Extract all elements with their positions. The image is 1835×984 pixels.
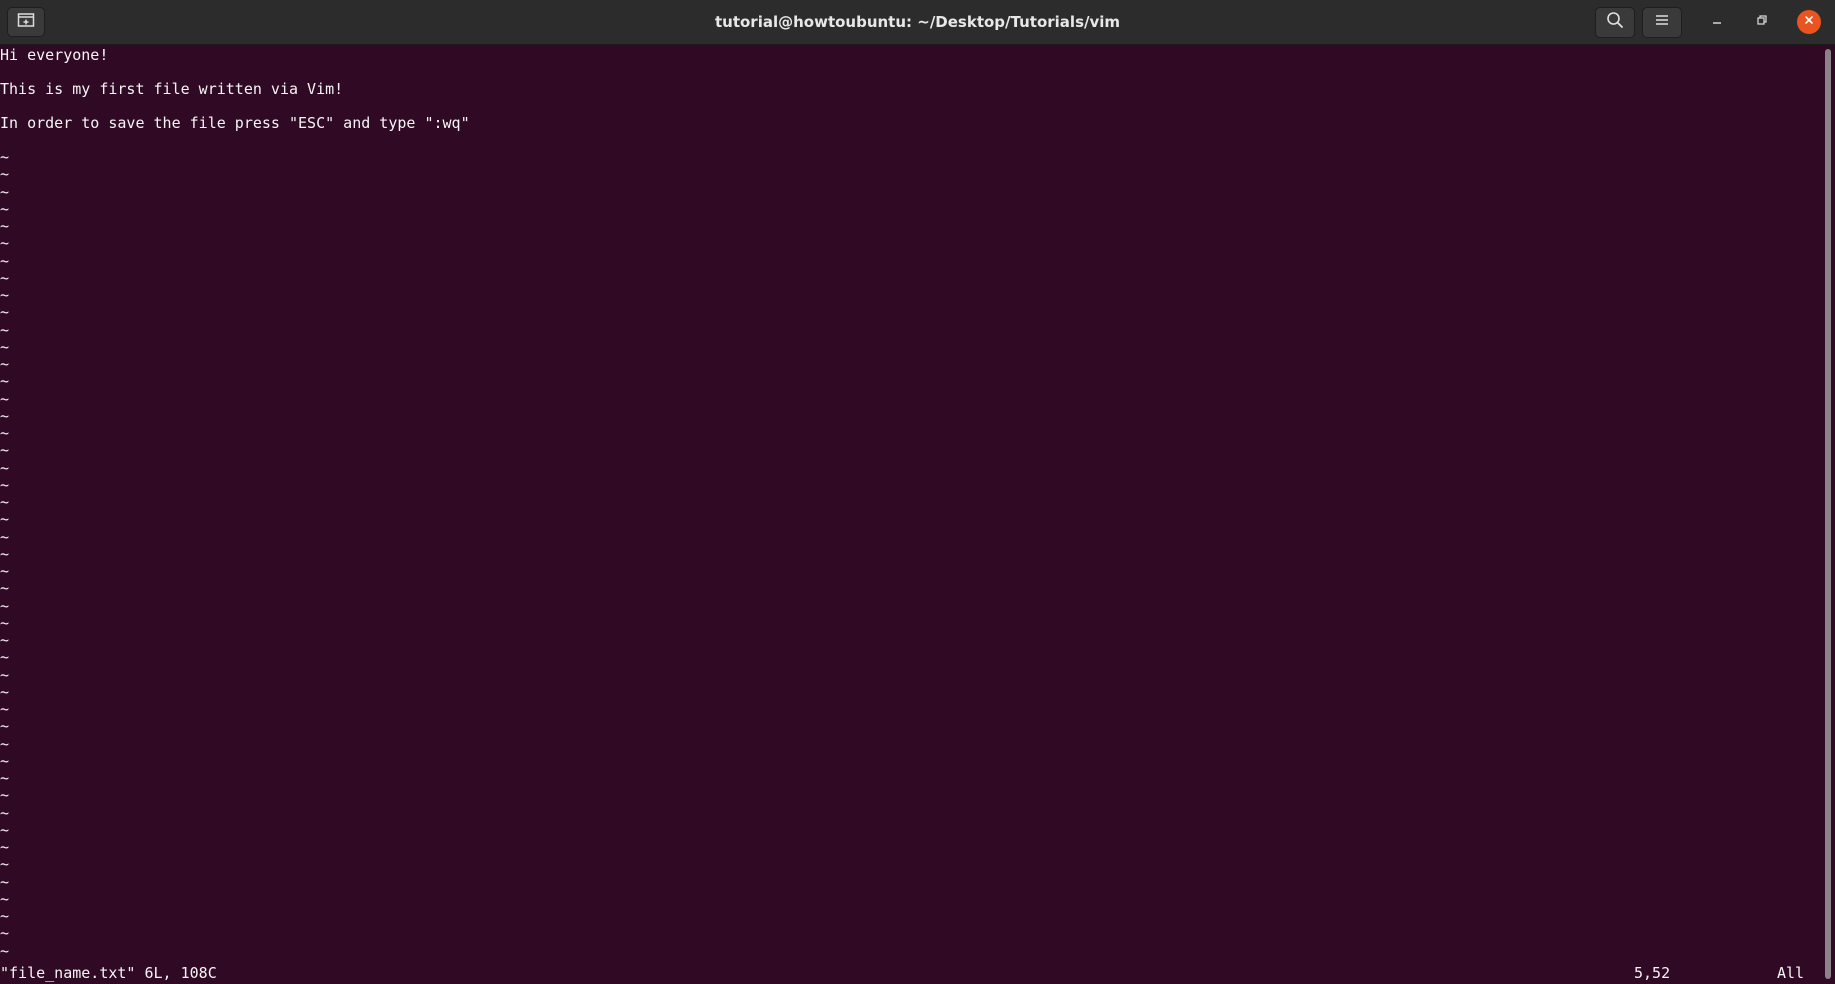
- empty-line-marker: ~: [0, 510, 10, 528]
- empty-line-marker: ~: [0, 562, 10, 580]
- empty-line-marker: ~: [0, 441, 10, 459]
- empty-line-marker: ~: [0, 321, 10, 339]
- empty-line-marker: ~: [0, 786, 10, 804]
- empty-line-marker: ~: [0, 252, 10, 270]
- empty-line-marker: ~: [0, 545, 10, 563]
- empty-line-marker: ~: [0, 528, 10, 546]
- empty-line-marker: ~: [0, 648, 10, 666]
- empty-line-marker: ~: [0, 597, 10, 615]
- empty-line-marker: ~: [0, 752, 10, 770]
- empty-line-marker: ~: [0, 614, 10, 632]
- terminal-window: tutorial@howtoubuntu: ~/Desktop/Tutorial…: [0, 0, 1835, 984]
- status-cursor-position: 5,52: [1634, 964, 1671, 982]
- search-button[interactable]: [1595, 7, 1635, 38]
- maximize-button[interactable]: [1750, 10, 1774, 34]
- buffer-line-3: This is my first file written via Vim!: [0, 80, 344, 98]
- title-bar[interactable]: tutorial@howtoubuntu: ~/Desktop/Tutorial…: [0, 0, 1835, 45]
- buffer-line-1: Hi everyone!: [0, 46, 109, 64]
- empty-line-marker: ~: [0, 769, 10, 787]
- status-scroll-position: All: [1777, 964, 1805, 982]
- empty-line-marker: ~: [0, 269, 10, 287]
- empty-line-marker: ~: [0, 476, 10, 494]
- empty-line-marker: ~: [0, 666, 10, 684]
- menu-button[interactable]: [1642, 7, 1682, 38]
- empty-line-marker: ~: [0, 821, 10, 839]
- empty-line-marker: ~: [0, 855, 10, 873]
- empty-line-marker: ~: [0, 424, 10, 442]
- empty-line-marker: ~: [0, 942, 10, 960]
- empty-line-marker: ~: [0, 165, 10, 183]
- buffer-line-5: In order to save the file press "ESC" an…: [0, 114, 470, 132]
- empty-line-marker: ~: [0, 217, 10, 235]
- status-file-info: "file_name.txt" 6L, 108C: [0, 964, 217, 982]
- empty-line-marker: ~: [0, 493, 10, 511]
- close-icon: [1803, 13, 1815, 31]
- empty-line-marker: ~: [0, 735, 10, 753]
- scrollbar[interactable]: [1822, 45, 1835, 984]
- empty-line-marker: ~: [0, 890, 10, 908]
- empty-line-marker: ~: [0, 804, 10, 822]
- empty-line-marker: ~: [0, 907, 10, 925]
- empty-line-marker: ~: [0, 924, 10, 942]
- empty-line-marker: ~: [0, 459, 10, 477]
- empty-line-marker: ~: [0, 873, 10, 891]
- vim-status-line: "file_name.txt" 6L, 108C 5,52 All: [0, 962, 1822, 984]
- maximize-icon: [1756, 13, 1768, 31]
- empty-line-marker: ~: [0, 700, 10, 718]
- window-title: tutorial@howtoubuntu: ~/Desktop/Tutorial…: [714, 13, 1121, 31]
- empty-line-marker: ~: [0, 286, 10, 304]
- empty-line-marker: ~: [0, 683, 10, 701]
- empty-line-marker: ~: [0, 372, 10, 390]
- empty-line-marker: ~: [0, 407, 10, 425]
- scrollbar-thumb[interactable]: [1825, 49, 1831, 979]
- empty-line-marker: ~: [0, 390, 10, 408]
- new-tab-button[interactable]: [7, 7, 45, 37]
- minimize-icon: [1711, 13, 1723, 31]
- empty-line-marker: ~: [0, 717, 10, 735]
- empty-line-marker: ~: [0, 338, 10, 356]
- empty-line-marker: ~: [0, 631, 10, 649]
- empty-line-marker: ~: [0, 303, 10, 321]
- empty-line-marker: ~: [0, 234, 10, 252]
- minimize-button[interactable]: [1705, 10, 1729, 34]
- empty-line-marker: ~: [0, 183, 10, 201]
- empty-line-marker: ~: [0, 838, 10, 856]
- close-button[interactable]: [1797, 10, 1821, 34]
- empty-line-marker: ~: [0, 200, 10, 218]
- search-icon: [1606, 11, 1624, 34]
- empty-line-marker: ~: [0, 355, 10, 373]
- terminal-content[interactable]: Hi everyone! This is my first file writt…: [0, 45, 1822, 984]
- new-tab-icon: [17, 12, 35, 33]
- hamburger-menu-icon: [1654, 13, 1670, 32]
- empty-line-marker: ~: [0, 579, 10, 597]
- empty-line-marker: ~: [0, 148, 10, 166]
